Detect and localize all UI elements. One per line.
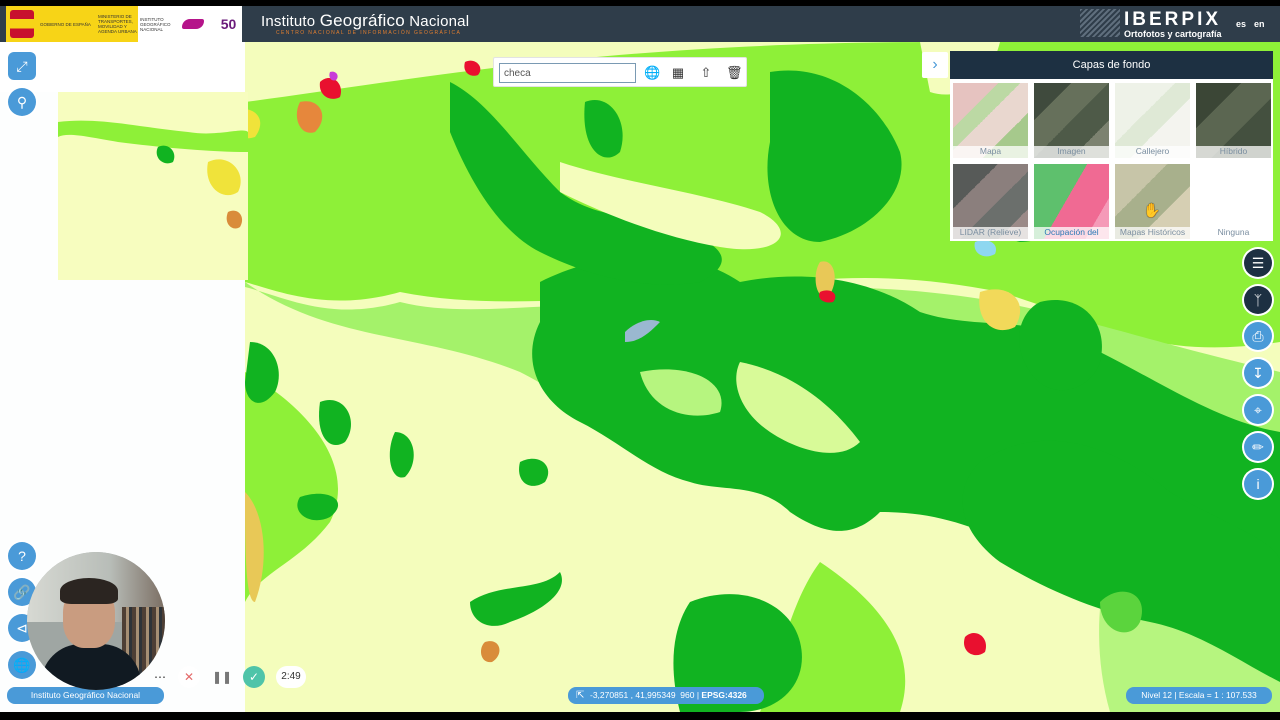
lang-es-link[interactable]: es — [1236, 19, 1246, 29]
base-layer-ninguna[interactable]: Ninguna — [1196, 164, 1271, 239]
base-layer-imagen[interactable]: Imagen — [1034, 83, 1109, 158]
base-layer-lidar[interactable]: LIDAR (Relieve) — [953, 164, 1028, 239]
trash-icon[interactable]: 🗑 — [726, 65, 743, 81]
spain-government-logo: GOBIERNO DE ESPAÑA MINISTERIO DE TRANSPO… — [6, 6, 138, 42]
base-layer-callejero[interactable]: Callejero — [1115, 83, 1190, 158]
ign-subtitle: CENTRO NACIONAL DE INFORMACIÓN GEOGRÁFIC… — [276, 30, 462, 36]
layers-icon: ☰ — [1251, 254, 1265, 271]
recording-timer: 2:49 — [276, 666, 306, 688]
base-layer-mapa[interactable]: Mapa — [953, 83, 1028, 158]
download-icon: ↧ — [1252, 364, 1264, 381]
check-icon: ✓ — [248, 670, 260, 684]
ministry-text: MINISTERIO DE TRANSPORTES, MOVILIDAD Y A… — [98, 14, 137, 34]
anniversary-logo: 50 — [220, 16, 237, 32]
bottom-letterbox — [0, 712, 1280, 720]
base-layers-panel: Capas de fondo Mapa Imagen Callejero Híb… — [950, 51, 1273, 241]
layers-grid-icon[interactable]: ▦ — [670, 65, 686, 81]
coat-of-arms-icon — [10, 10, 34, 38]
ruler-icon: ✏ — [1252, 438, 1264, 455]
globe-icon[interactable]: 🌐 — [644, 65, 660, 81]
hand-cursor-icon: ✋ — [1143, 202, 1161, 218]
upload-icon[interactable]: ⇧ — [698, 65, 714, 81]
network-icon: ᛉ — [1253, 292, 1263, 308]
cancel-recording-button[interactable]: ✕ — [178, 666, 200, 688]
print-icon: ⎙ — [1252, 327, 1264, 344]
info-icon: i — [1256, 476, 1260, 492]
iberpix-logo[interactable]: IBERPIX Ortofotos y cartografía — [1080, 9, 1230, 39]
gov-text: GOBIERNO DE ESPAÑA — [40, 21, 91, 27]
cnig-logo-icon — [170, 9, 215, 39]
search-button[interactable]: ⚲ — [8, 88, 36, 116]
left-tile-detail — [58, 120, 248, 229]
search-toolbar: 🌐 ▦ ⇧ 🗑 — [493, 57, 747, 87]
info-button[interactable]: i — [1244, 470, 1272, 498]
locate-button[interactable]: ⌖ — [1244, 396, 1272, 424]
expand-icon: ⤢ — [16, 57, 28, 74]
scale-readout: Nivel 12 | Escala = 1 : 107.533 — [1126, 687, 1272, 704]
search-icon: ⚲ — [16, 93, 28, 110]
print-button[interactable]: ⎙ — [1244, 322, 1272, 350]
base-layer-hibrido[interactable]: Híbrido — [1196, 83, 1271, 158]
coordinates-readout[interactable]: ⇱ -3,270851 , 41,995349 960 | EPSG:4326 — [568, 687, 764, 704]
network-button[interactable]: ᛉ — [1244, 286, 1272, 314]
measure-button[interactable]: ✏ — [1244, 433, 1272, 461]
more-options-icon[interactable]: ⋯ — [149, 666, 171, 688]
cursor-coords-icon: ⇱ — [576, 690, 585, 701]
help-icon: ? — [18, 548, 26, 564]
pause-icon: ❚❚ — [211, 670, 233, 684]
globe-nav-icon: 🌐 — [13, 656, 31, 673]
iberpix-grid-icon — [1080, 9, 1120, 37]
unloaded-tiles-top — [0, 42, 245, 92]
base-layers-grid: Mapa Imagen Callejero Híbrido LIDAR (Rel… — [953, 83, 1273, 239]
lang-en-link[interactable]: en — [1254, 19, 1265, 29]
search-input[interactable] — [499, 63, 636, 83]
webcam-overlay — [27, 552, 165, 690]
agency-text: INSTITUTO GEOGRÁFICO NACIONAL — [140, 16, 171, 32]
ign-title[interactable]: Instituto Geográfico Nacional — [261, 11, 469, 31]
layers-button[interactable]: ☰ — [1244, 249, 1272, 277]
download-button[interactable]: ↧ — [1244, 359, 1272, 387]
pause-button[interactable]: ❚❚ — [211, 666, 233, 688]
base-layer-ocupacion[interactable]: Ocupación del — [1034, 164, 1109, 239]
panel-collapse-button[interactable]: › — [922, 52, 948, 78]
globe-nav-button[interactable]: 🌐 — [8, 651, 36, 679]
fullscreen-button[interactable]: ⤢ — [8, 52, 36, 80]
chevron-right-icon: › — [932, 56, 938, 73]
finish-recording-button[interactable]: ✓ — [243, 666, 265, 688]
government-logos[interactable]: GOBIERNO DE ESPAÑA MINISTERIO DE TRANSPO… — [6, 6, 242, 42]
close-icon: ✕ — [183, 670, 195, 684]
crosshair-icon: ⌖ — [1254, 401, 1262, 418]
base-layers-title: Capas de fondo — [950, 51, 1273, 79]
app-header: GOBIERNO DE ESPAÑA MINISTERIO DE TRANSPO… — [0, 6, 1280, 42]
